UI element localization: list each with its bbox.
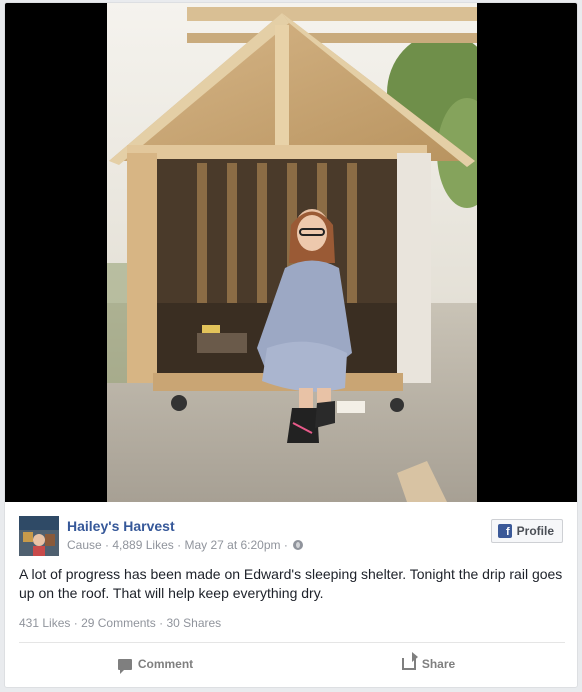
- post-timestamp[interactable]: May 27 at 6:20pm: [184, 538, 280, 552]
- page-category: Cause: [67, 538, 102, 552]
- globe-icon[interactable]: [293, 540, 304, 550]
- post-stats: 431 Likes · 29 Comments · 30 Shares: [19, 616, 221, 630]
- comment-bubble-icon: [117, 658, 132, 674]
- actions-divider: [19, 642, 565, 643]
- comment-button-label: Comment: [137, 657, 194, 671]
- likes-count-link[interactable]: 431 Likes: [19, 616, 70, 630]
- shares-count-link[interactable]: 30 Shares: [166, 616, 221, 630]
- post-text: A lot of progress has been made on Edwar…: [19, 566, 563, 601]
- share-arrow-icon: [401, 652, 418, 670]
- post-header: Hailey's Harvest Cause · 4,889 Likes · M…: [19, 513, 565, 559]
- facebook-post-card: Hailey's Harvest Cause · 4,889 Likes · M…: [4, 2, 578, 688]
- share-button-label: Share: [421, 657, 456, 671]
- post-photo-container[interactable]: [5, 3, 577, 502]
- post-meta: Cause · 4,889 Likes · May 27 at 6:20pm ·: [67, 538, 304, 552]
- comment-button[interactable]: Comment: [19, 647, 292, 681]
- profile-button-label: Profile: [516, 524, 554, 538]
- share-button[interactable]: Share: [292, 647, 565, 681]
- page-name-link[interactable]: Hailey's Harvest: [67, 518, 175, 534]
- post-photo[interactable]: [107, 3, 477, 502]
- post-actions: Comment Share: [19, 647, 565, 681]
- facebook-f-icon: f: [497, 524, 512, 538]
- stats-separator: ·: [73, 616, 82, 630]
- page-likes-count[interactable]: 4,889 Likes: [112, 538, 173, 552]
- comments-count-link[interactable]: 29 Comments: [81, 616, 156, 630]
- page-avatar[interactable]: [19, 516, 59, 556]
- meta-separator: ·: [283, 538, 292, 552]
- profile-button[interactable]: f Profile: [490, 519, 563, 543]
